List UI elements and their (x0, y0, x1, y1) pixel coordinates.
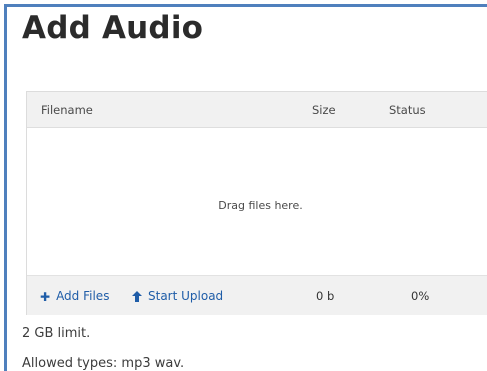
plus-icon: ✚ (40, 290, 51, 304)
page-frame: Add Audio Filename Size Status Drag file… (4, 4, 487, 371)
start-upload-button[interactable]: Start Upload (132, 289, 223, 304)
uploader-header: Filename Size Status (27, 92, 487, 128)
allowed-types-note: Allowed types: mp3 wav. (22, 356, 185, 371)
add-files-button[interactable]: ✚ Add Files (40, 289, 109, 304)
total-size: 0 b (316, 289, 335, 303)
column-header-size: Size (312, 103, 336, 117)
page-title: Add Audio (22, 10, 204, 46)
drop-zone-text: Drag files here. (218, 199, 303, 212)
arrow-up-icon (132, 290, 142, 304)
start-upload-label: Start Upload (148, 289, 224, 303)
size-limit-note: 2 GB limit. (22, 326, 91, 341)
total-status: 0% (411, 289, 430, 303)
file-uploader: Filename Size Status Drag files here. ✚ A… (26, 91, 487, 315)
add-files-label: Add Files (56, 289, 110, 303)
uploader-footer: ✚ Add Files Start Upload 0 b 0% (27, 275, 487, 315)
column-header-filename: Filename (41, 103, 93, 117)
drop-zone[interactable]: Drag files here. (27, 128, 487, 275)
column-header-status: Status (389, 103, 426, 117)
